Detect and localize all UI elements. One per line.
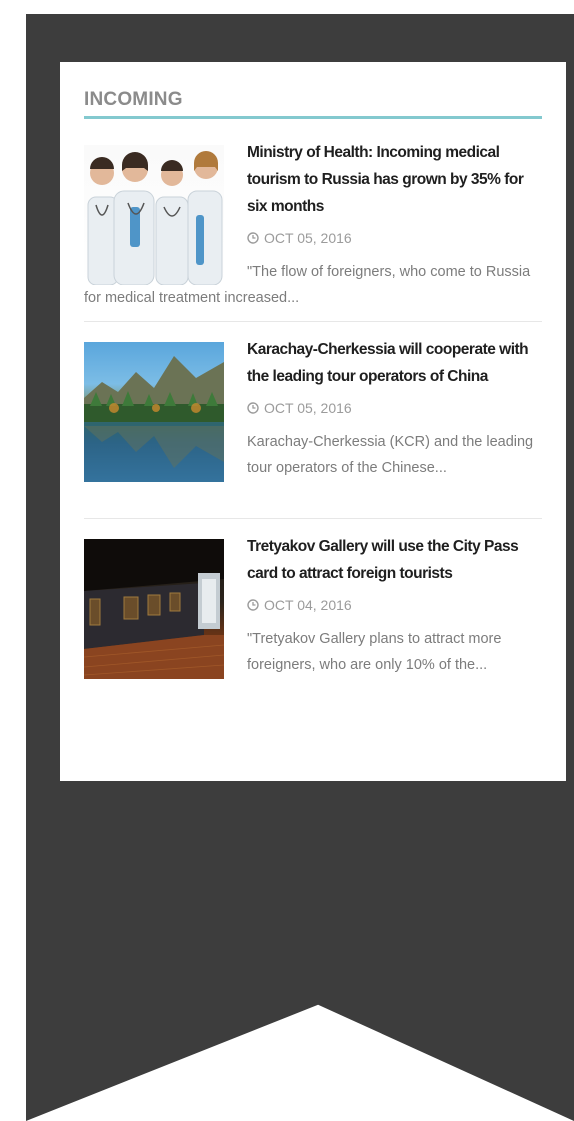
article-date-text: OCT 05, 2016	[264, 400, 352, 416]
clock-icon	[247, 599, 259, 611]
lake-image	[84, 356, 224, 482]
article-date: OCT 05, 2016	[247, 228, 542, 248]
article-item[interactable]: Karachay-Cherkessia will cooperate with …	[84, 321, 542, 518]
article-thumbnail-lake[interactable]	[84, 342, 224, 482]
gallery-image	[84, 539, 224, 679]
article-item[interactable]: Ministry of Health: Incoming medical tou…	[84, 145, 542, 321]
news-widget: INCOMING Ministry of Health: Incoming me…	[60, 62, 566, 781]
section-title: INCOMING	[84, 86, 542, 119]
article-thumbnail-gallery[interactable]	[84, 539, 224, 679]
article-date-text: OCT 04, 2016	[264, 597, 352, 613]
doctors-image	[87, 151, 223, 285]
article-thumbnail-doctors[interactable]	[84, 145, 224, 285]
article-item[interactable]: Tretyakov Gallery will use the City Pass…	[84, 518, 542, 715]
article-date: OCT 04, 2016	[247, 595, 542, 615]
article-date: OCT 05, 2016	[247, 398, 542, 418]
article-date-text: OCT 05, 2016	[264, 230, 352, 246]
clock-icon	[247, 402, 259, 414]
clock-icon	[247, 232, 259, 244]
